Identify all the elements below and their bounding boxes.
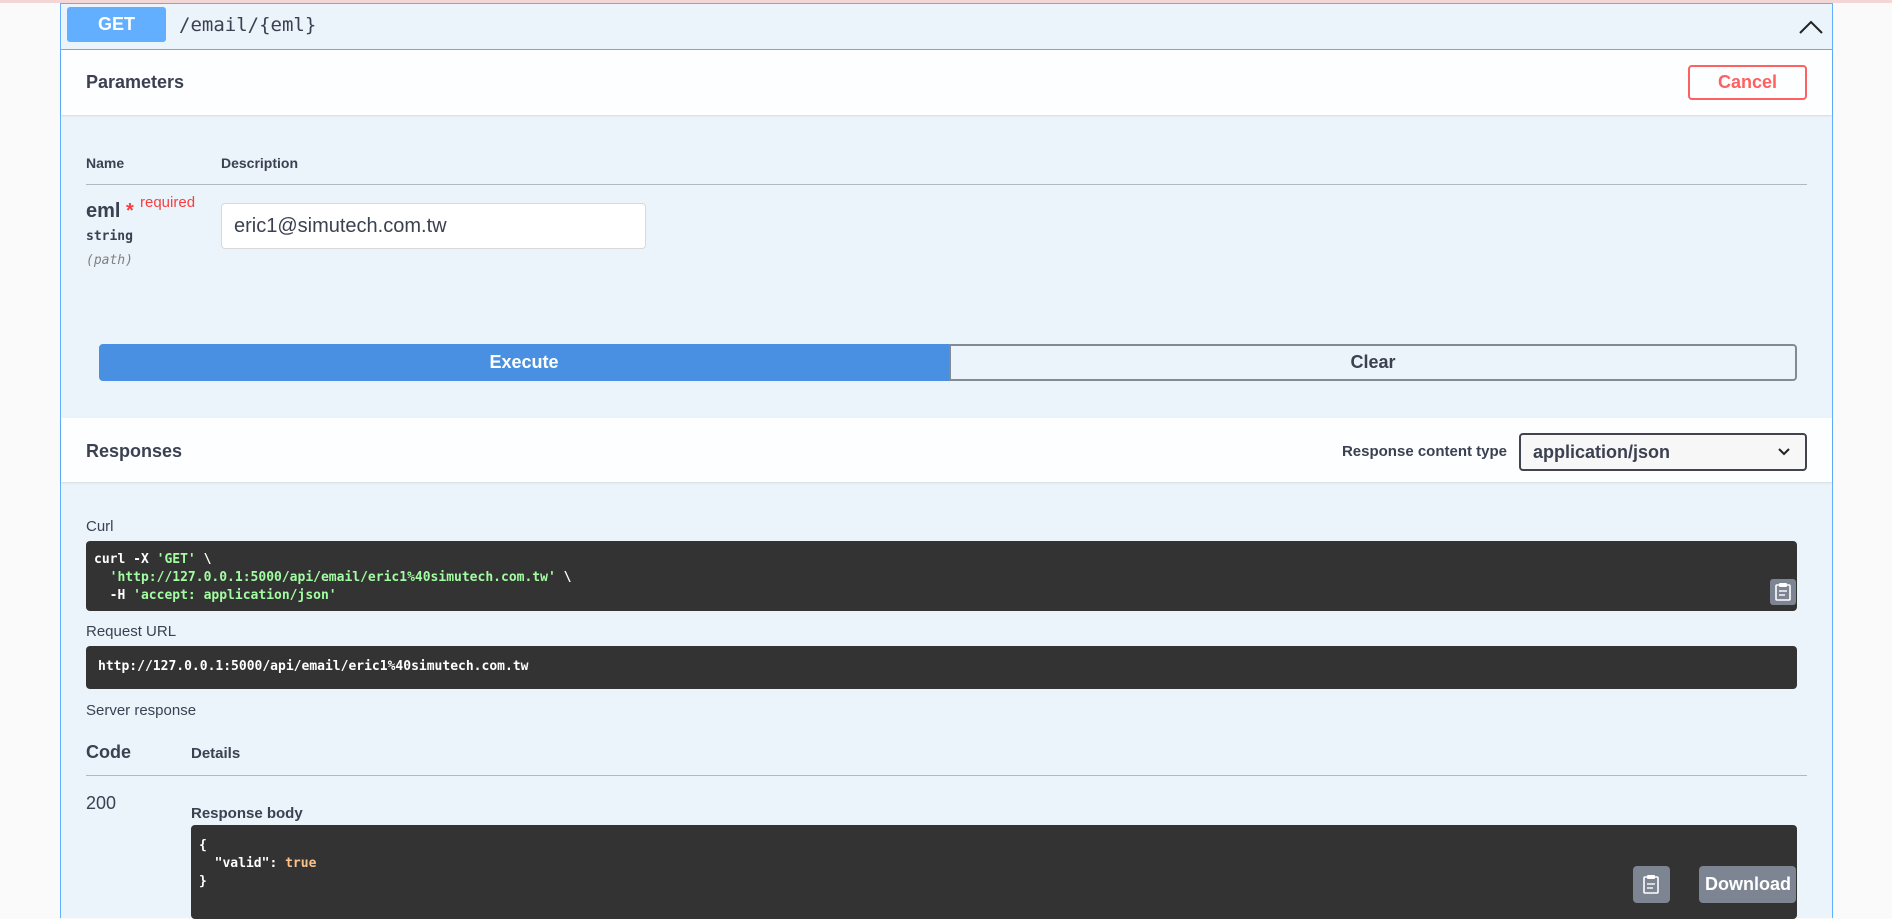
col-head-name: Name bbox=[86, 155, 125, 171]
json-open: { bbox=[199, 838, 207, 853]
response-body-label: Response body bbox=[191, 805, 303, 822]
responses-title: Responses bbox=[86, 441, 183, 461]
required-star: * bbox=[126, 200, 134, 222]
clear-button[interactable]: Clear bbox=[949, 344, 1797, 381]
copy-body-button[interactable] bbox=[1633, 866, 1670, 903]
curl-label: Curl bbox=[86, 518, 114, 535]
request-url-label: Request URL bbox=[86, 623, 177, 640]
content-type-select[interactable]: application/json bbox=[1519, 433, 1807, 471]
curl-continuation: \ bbox=[195, 552, 212, 567]
curl-header: 'accept: application/json' bbox=[133, 588, 337, 603]
content-type-label: Response content type bbox=[1341, 443, 1507, 460]
parameters-title: Parameters bbox=[86, 72, 185, 92]
copy-icon bbox=[1643, 875, 1659, 894]
json-key: "valid": bbox=[199, 856, 286, 871]
execute-button[interactable]: Execute bbox=[99, 344, 949, 381]
request-url-code[interactable]: http://127.0.0.1:5000/api/email/eric1%40… bbox=[86, 646, 1797, 689]
chevron-up-icon[interactable] bbox=[1796, 12, 1826, 42]
parameters-header: Parameters Cancel bbox=[61, 50, 1832, 115]
method-badge: GET bbox=[67, 7, 166, 42]
operation-path: /email/{eml} bbox=[179, 14, 317, 36]
status-code: 200 bbox=[86, 793, 117, 813]
response-body-code[interactable]: { "valid": true } bbox=[191, 825, 1797, 919]
chevron-down-icon bbox=[1778, 448, 1790, 456]
col-head-code: Code bbox=[86, 742, 131, 762]
curl-header-flag: -H bbox=[94, 588, 134, 603]
cancel-button[interactable]: Cancel bbox=[1688, 65, 1807, 100]
curl-cmd: curl -X bbox=[94, 552, 157, 567]
download-button[interactable]: Download bbox=[1699, 866, 1796, 903]
copy-icon[interactable] bbox=[1770, 579, 1796, 605]
col-head-description: Description bbox=[221, 155, 299, 171]
curl-method: 'GET' bbox=[156, 552, 196, 567]
eml-input[interactable] bbox=[221, 203, 646, 249]
param-name: eml * bbox=[86, 200, 134, 223]
curl-url: 'http://127.0.0.1:5000/api/email/eric1%4… bbox=[109, 570, 556, 585]
curl-continuation: \ bbox=[555, 570, 572, 585]
param-name-text: eml bbox=[86, 200, 121, 222]
server-response-label: Server response bbox=[86, 702, 197, 719]
required-label: required bbox=[140, 194, 196, 211]
col-head-details: Details bbox=[191, 745, 241, 762]
operation-block-get-email: GET /email/{eml} Parameters Cancel Name … bbox=[60, 3, 1833, 919]
param-type: string bbox=[86, 229, 133, 244]
responses-header: Responses Response content type applicat… bbox=[61, 418, 1832, 482]
responses-divider bbox=[86, 775, 1807, 776]
json-value: true bbox=[285, 856, 317, 871]
parameters-divider bbox=[86, 184, 1807, 185]
param-location: (path) bbox=[86, 253, 133, 268]
json-close: } bbox=[199, 874, 207, 889]
content-type-value: application/json bbox=[1533, 442, 1671, 462]
curl-code[interactable]: curl -X 'GET' \ 'http://127.0.0.1:5000/a… bbox=[86, 541, 1797, 611]
operation-summary[interactable]: GET /email/{eml} bbox=[61, 4, 1832, 50]
